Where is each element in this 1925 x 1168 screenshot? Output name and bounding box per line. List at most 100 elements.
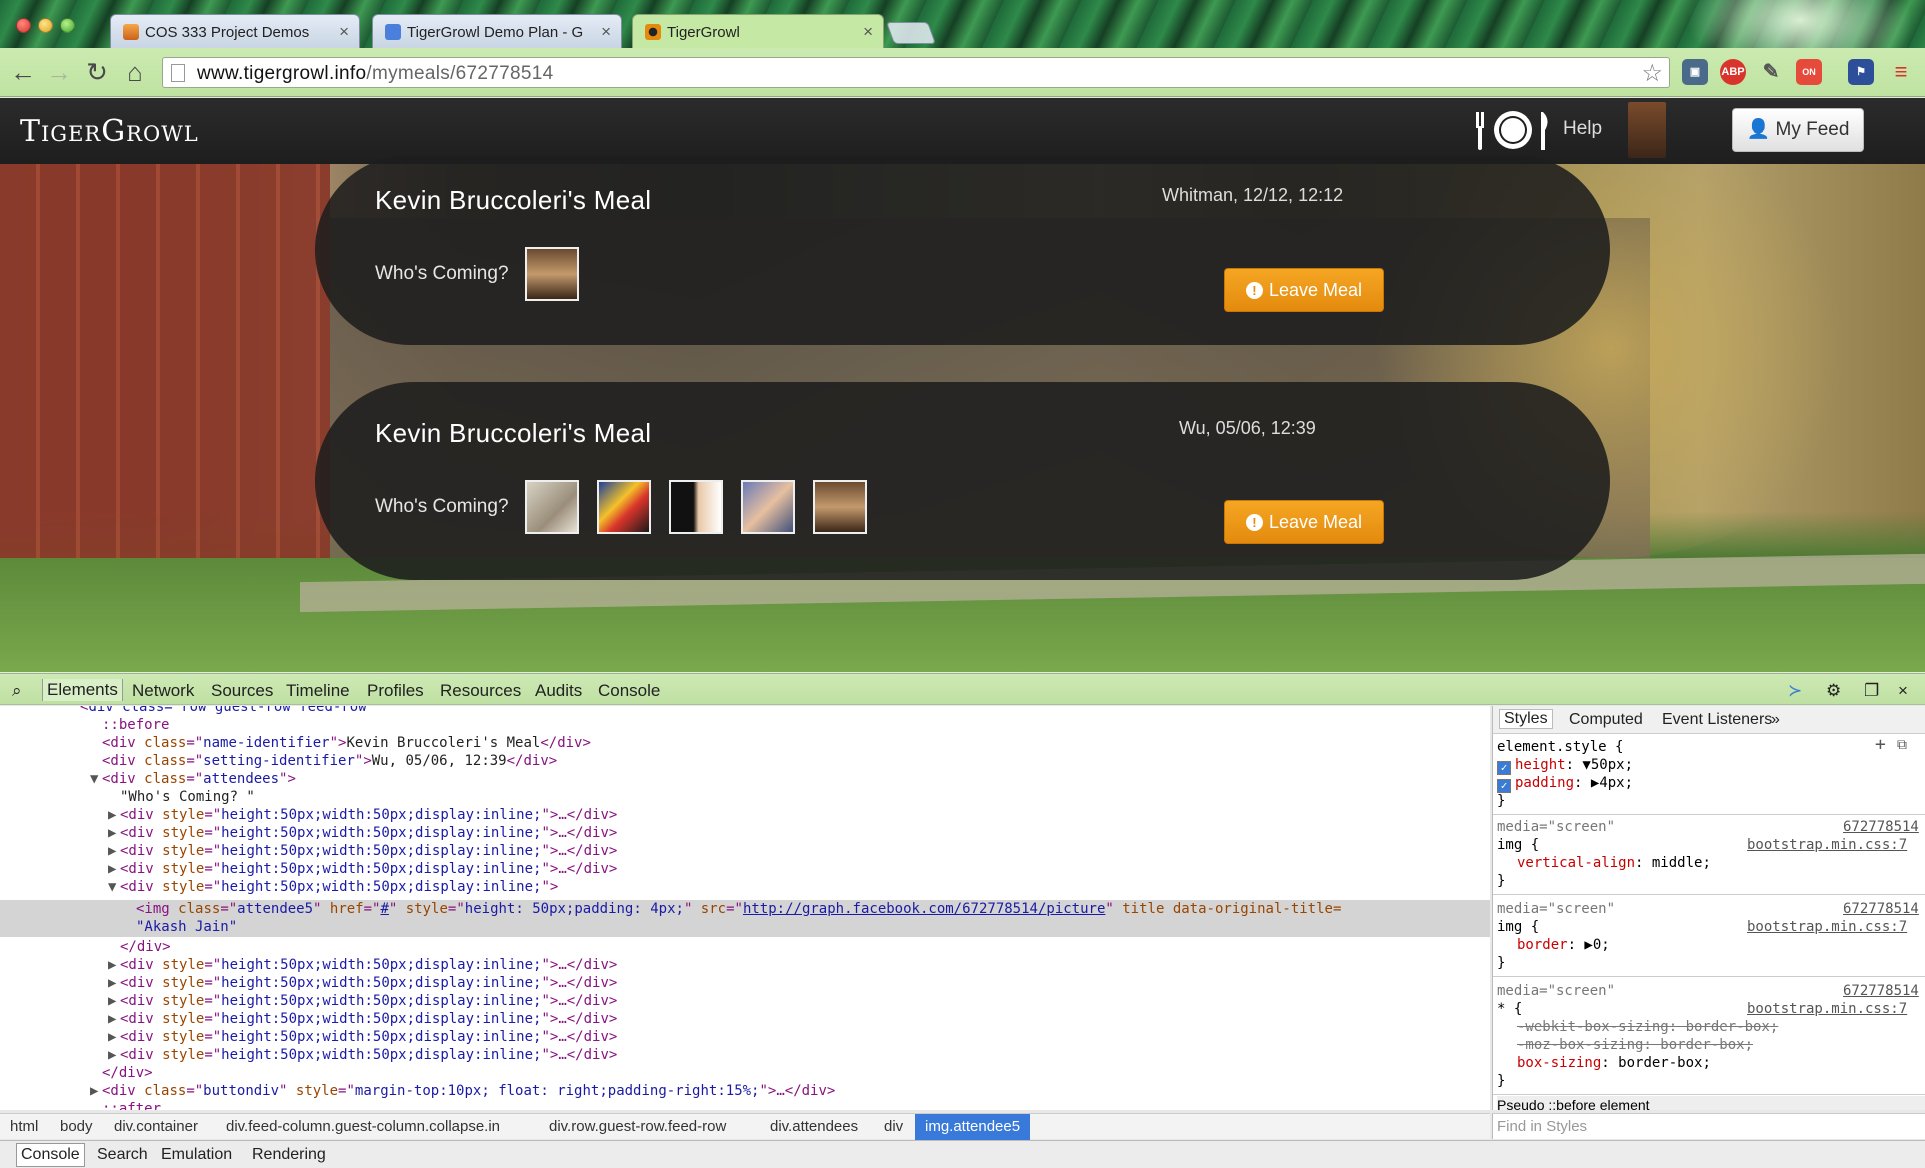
attendee-avatar[interactable]	[669, 480, 723, 534]
close-icon[interactable]: ×	[863, 22, 873, 42]
attendee-avatar[interactable]	[525, 480, 579, 534]
extension-book-icon[interactable]: ▣	[1682, 59, 1708, 85]
style-property-webkit-box-sizing[interactable]: -webkit-box-sizing: border-box;	[1517, 1018, 1778, 1036]
forward-arrow-icon[interactable]: →	[44, 57, 74, 87]
style-property-vertical-align[interactable]: vertical-align: middle;	[1517, 854, 1711, 872]
my-feed-button[interactable]: 👤 My Feed	[1732, 108, 1864, 152]
wrench-icon[interactable]: ✎	[1758, 59, 1784, 85]
dom-node[interactable]: ▼ <div class="attendees">	[90, 770, 296, 788]
style-property-padding[interactable]: ✓ padding: ▶4px;	[1497, 774, 1633, 793]
drawer-tab-search[interactable]: Search	[97, 1146, 148, 1164]
dom-close-tag[interactable]: </div>	[120, 938, 171, 956]
tigergrowl-logo[interactable]: TigerGrowl	[20, 114, 199, 149]
dock-icon[interactable]: ❐	[1864, 681, 1879, 701]
breadcrumb-item[interactable]: div	[884, 1118, 903, 1135]
breadcrumb-item[interactable]: div.container	[114, 1118, 198, 1135]
tab-profiles[interactable]: Profiles	[367, 681, 424, 701]
tab-styles[interactable]: Styles	[1499, 709, 1553, 729]
tab-computed[interactable]: Computed	[1569, 711, 1643, 729]
tab-event-listeners[interactable]: Event Listeners	[1662, 711, 1772, 729]
tab-network[interactable]: Network	[132, 681, 194, 701]
dom-attr-continuation[interactable]: "Akash Jain"	[136, 918, 237, 936]
browser-tab-cos333[interactable]: COS 333 Project Demos ×	[110, 14, 360, 48]
tab-timeline[interactable]: Timeline	[286, 681, 350, 701]
elements-dom-tree[interactable]: <div class="row guest-row feed-row ::bef…	[0, 706, 1490, 1110]
bookmark-star-icon[interactable]: ☆	[1641, 59, 1663, 88]
chrome-menu-icon[interactable]: ≡	[1888, 59, 1914, 85]
checkbox-icon[interactable]: ✓	[1497, 761, 1511, 775]
user-avatar[interactable]	[1628, 102, 1666, 158]
dom-node[interactable]: ▶ <div style="height:50px;width:50px;disp…	[108, 842, 617, 860]
breadcrumb-item[interactable]: body	[60, 1118, 93, 1135]
attendee-avatar[interactable]	[813, 480, 867, 534]
find-in-styles-input[interactable]: Find in Styles	[1492, 1113, 1925, 1139]
drawer-tab-emulation[interactable]: Emulation	[161, 1146, 232, 1164]
dom-node[interactable]: ▶ <div style="height:50px;width:50px;disp…	[108, 1046, 617, 1064]
style-property-height[interactable]: ✓ height: ▼50px;	[1497, 756, 1633, 775]
more-tabs-icon[interactable]: »	[1771, 711, 1780, 729]
dom-node[interactable]: ▶ <div class="buttondiv" style="margin-to…	[90, 1082, 835, 1100]
reload-icon[interactable]: ↻	[82, 57, 112, 87]
drawer-tab-rendering[interactable]: Rendering	[252, 1146, 326, 1164]
url-text[interactable]: www.tigergrowl.info/mymeals/672778514	[197, 63, 553, 85]
dom-node[interactable]: ▶ <div style="height:50px;width:50px;disp…	[108, 1010, 617, 1028]
style-property-moz-box-sizing[interactable]: -moz-box-sizing: border-box;	[1517, 1036, 1753, 1054]
address-bar[interactable]: www.tigergrowl.info/mymeals/672778514 ☆	[162, 57, 1670, 88]
toggle-element-state-icon[interactable]: ⧉	[1897, 736, 1907, 754]
dom-text-node[interactable]: "Who's Coming? "	[120, 788, 255, 806]
browser-tab-demo-plan[interactable]: TigerGrowl Demo Plan - G ×	[372, 14, 622, 48]
style-property-border[interactable]: border: ▶0;	[1517, 936, 1610, 954]
dom-node[interactable]: <div class="name-identifier">Kevin Brucc…	[102, 734, 591, 752]
attendee-avatar[interactable]	[741, 480, 795, 534]
gear-icon[interactable]: ⚙	[1826, 681, 1841, 701]
extension-flag-icon[interactable]: ⚑	[1848, 59, 1874, 85]
browser-tab-tigergrowl[interactable]: TigerGrowl ×	[632, 14, 884, 49]
dom-pseudo-before[interactable]: ::before	[102, 716, 169, 734]
add-rule-icon[interactable]: +	[1875, 736, 1886, 754]
tab-sources[interactable]: Sources	[211, 681, 273, 701]
back-arrow-icon[interactable]: ←	[8, 57, 38, 87]
checkbox-icon[interactable]: ✓	[1497, 779, 1511, 793]
stylesheet-link[interactable]: bootstrap.min.css:7	[1747, 836, 1907, 854]
dom-node[interactable]: <div class="setting-identifier">Wu, 05/0…	[102, 752, 557, 770]
tab-resources[interactable]: Resources	[440, 681, 521, 701]
dom-close-tag[interactable]: </div>	[102, 1064, 153, 1082]
rule-source-link[interactable]: 672778514	[1843, 900, 1919, 918]
dom-pseudo-after[interactable]: ::after	[102, 1100, 161, 1110]
extension-on-icon[interactable]: ON	[1796, 59, 1822, 85]
breadcrumb-item[interactable]: div.attendees	[770, 1118, 858, 1135]
tab-elements[interactable]: Elements	[42, 679, 123, 701]
attendee-avatar[interactable]	[597, 480, 651, 534]
dom-node[interactable]: ▶ <div style="height:50px;width:50px;disp…	[108, 992, 617, 1010]
dom-node[interactable]: ▶ <div style="height:50px;width:50px;disp…	[108, 806, 617, 824]
minimize-window-button[interactable]	[38, 18, 53, 33]
close-icon[interactable]: ×	[339, 22, 349, 42]
close-icon[interactable]: ×	[601, 22, 611, 42]
meal-plate-icon[interactable]	[1473, 108, 1553, 152]
help-link[interactable]: Help	[1563, 118, 1602, 140]
close-icon[interactable]: ×	[1898, 681, 1908, 701]
dom-node[interactable]: ▶ <div style="height:50px;width:50px;disp…	[108, 860, 617, 878]
zoom-window-button[interactable]	[60, 18, 75, 33]
rule-source-link[interactable]: 672778514	[1843, 818, 1919, 836]
breadcrumb-item[interactable]: div.row.guest-row.feed-row	[549, 1118, 726, 1135]
dom-node[interactable]: ▼ <div style="height:50px;width:50px;disp…	[108, 878, 558, 896]
drawer-tab-console[interactable]: Console	[16, 1143, 85, 1167]
dom-node[interactable]: ▶ <div style="height:50px;width:50px;disp…	[108, 974, 617, 992]
leave-meal-button[interactable]: ! Leave Meal	[1224, 268, 1384, 312]
dom-node[interactable]: ▶ <div style="height:50px;width:50px;disp…	[108, 1028, 617, 1046]
breadcrumb-item[interactable]: html	[10, 1118, 38, 1135]
dom-node[interactable]: <div class="row guest-row feed-row	[80, 706, 367, 716]
tab-audits[interactable]: Audits	[535, 681, 582, 701]
new-tab-button[interactable]	[885, 22, 937, 44]
dom-node-selected-img[interactable]: <img class="attendee5" href="#" style="h…	[136, 900, 1341, 918]
style-property-box-sizing[interactable]: box-sizing: border-box;	[1517, 1054, 1711, 1072]
rule-source-link[interactable]: 672778514	[1843, 982, 1919, 1000]
stylesheet-link[interactable]: bootstrap.min.css:7	[1747, 1000, 1907, 1018]
adblock-plus-icon[interactable]: ABP	[1720, 59, 1746, 85]
show-drawer-icon[interactable]: ≻	[1788, 681, 1802, 701]
breadcrumb-item-active[interactable]: img.attendee5	[915, 1114, 1031, 1140]
leave-meal-button[interactable]: ! Leave Meal	[1224, 500, 1384, 544]
dom-node[interactable]: ▶ <div style="height:50px;width:50px;disp…	[108, 824, 617, 842]
breadcrumb-item[interactable]: div.feed-column.guest-column.collapse.in	[226, 1118, 500, 1135]
